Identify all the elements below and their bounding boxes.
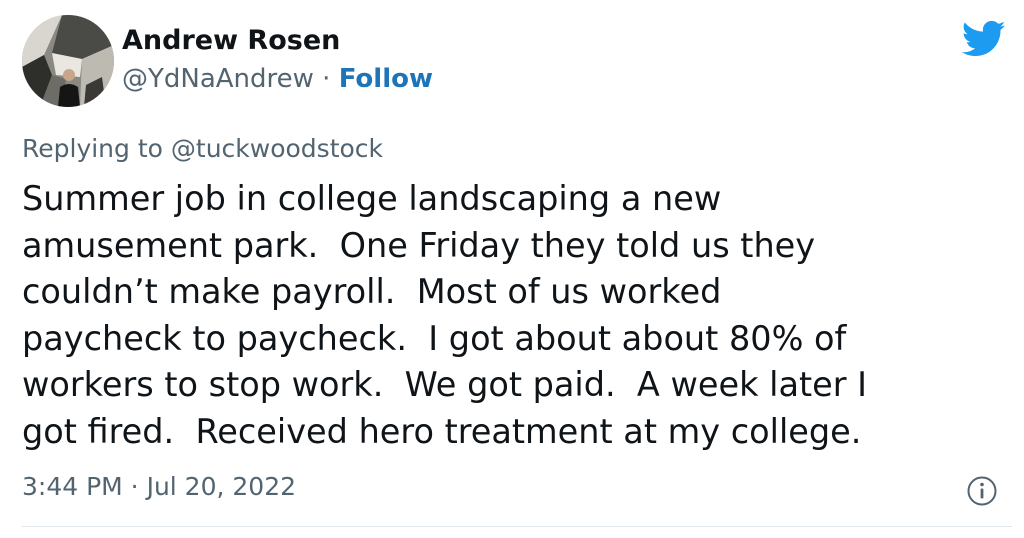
twitter-bird-icon[interactable]	[961, 20, 1006, 58]
reply-mention-link[interactable]: @tuckwoodstock	[171, 134, 383, 163]
tweet-card: Andrew Rosen @YdNaAndrew · Follow Replyi…	[0, 0, 1024, 538]
reply-prefix: Replying to	[22, 134, 171, 163]
tweet-text: Summer job in college landscaping a new …	[22, 176, 1012, 455]
follow-button[interactable]: Follow	[339, 64, 433, 94]
author-avatar[interactable]	[22, 15, 114, 107]
author-handle-row: @YdNaAndrew · Follow	[122, 62, 433, 96]
author-handle[interactable]: @YdNaAndrew	[122, 64, 314, 94]
tweet-text-line: couldn’t make payroll. Most of us worked	[22, 272, 722, 311]
tweet-text-line: paycheck to paycheck. I got about about …	[22, 318, 847, 358]
info-icon[interactable]	[966, 475, 998, 507]
author-display-name[interactable]: Andrew Rosen	[122, 24, 340, 58]
avatar-image	[22, 15, 114, 107]
tweet-timestamp[interactable]: 3:44 PM · Jul 20, 2022	[22, 470, 296, 504]
bottom-divider	[22, 526, 1012, 527]
reply-context: Replying to @tuckwoodstock	[22, 132, 383, 166]
tweet-text-line: workers to stop work. We got paid. A wee…	[22, 365, 868, 404]
tweet-text-line: amusement park. One Friday they told us …	[22, 225, 816, 265]
handle-separator: ·	[313, 64, 339, 94]
tweet-text-line: Summer job in college landscaping a new	[22, 179, 722, 218]
tweet-text-line: got fired. Received hero treatment at my…	[22, 411, 862, 451]
